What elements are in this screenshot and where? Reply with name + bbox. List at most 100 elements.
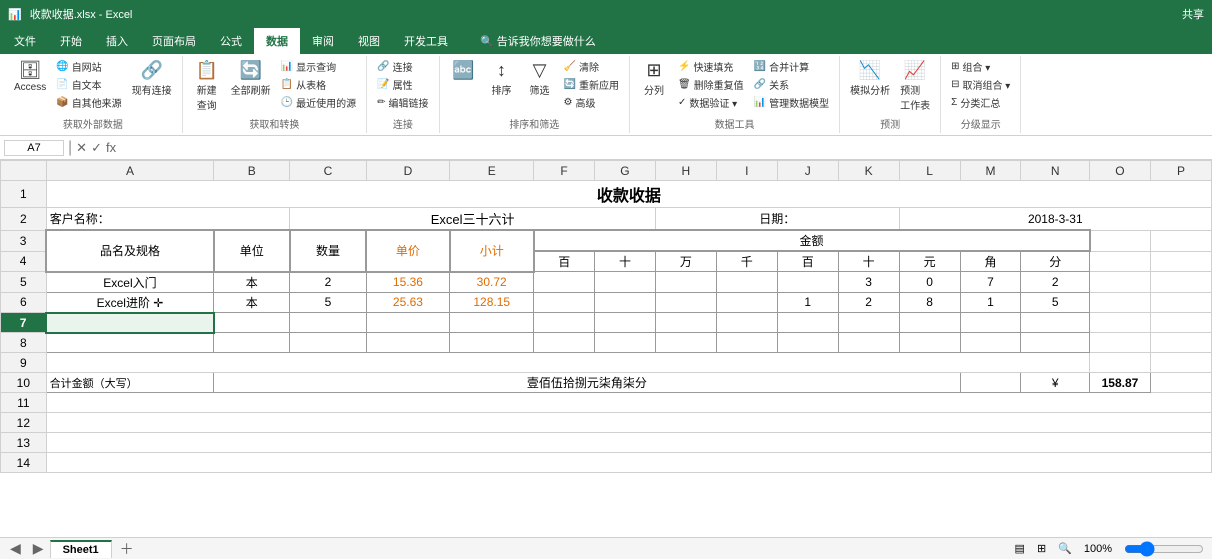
r5i[interactable] — [716, 272, 777, 293]
r3p[interactable] — [1150, 230, 1211, 251]
cell-ref-input[interactable] — [4, 140, 64, 156]
r7f[interactable] — [534, 313, 595, 333]
btn-consolidate[interactable]: 🔢合并计算 — [750, 58, 833, 75]
r4j[interactable]: 百 — [777, 251, 838, 272]
row-num-1[interactable]: 1 — [1, 181, 47, 208]
r4m[interactable]: 角 — [960, 251, 1021, 272]
r5g[interactable] — [595, 272, 656, 293]
r7b[interactable] — [214, 313, 290, 333]
r8i[interactable] — [716, 333, 777, 353]
r5n[interactable]: 2 — [1021, 272, 1090, 293]
r6n[interactable]: 5 — [1021, 292, 1090, 313]
btn-ungroup[interactable]: ⊟取消组合 ▾ — [947, 76, 1014, 93]
r8p[interactable] — [1150, 333, 1211, 353]
btn-clear[interactable]: 🧹清除 — [560, 58, 623, 75]
col-header-k[interactable]: K — [838, 161, 899, 181]
r11-empty[interactable] — [46, 393, 1211, 413]
col-header-a[interactable]: A — [46, 161, 214, 181]
r9p[interactable] — [1150, 353, 1211, 373]
row-num-12[interactable]: 12 — [1, 413, 47, 433]
r8j[interactable] — [777, 333, 838, 353]
col-header-n[interactable]: N — [1021, 161, 1090, 181]
r4h[interactable]: 万 — [655, 251, 716, 272]
row-num-13[interactable]: 13 — [1, 433, 47, 453]
btn-relation[interactable]: 🔗关系 — [750, 76, 833, 93]
r7i[interactable] — [716, 313, 777, 333]
r7g[interactable] — [595, 313, 656, 333]
r10b-g[interactable]: 壹佰伍拾捌元柒角柒分 — [214, 373, 960, 393]
col-header-f[interactable]: F — [534, 161, 595, 181]
r5m[interactable]: 7 — [960, 272, 1021, 293]
col-header-o[interactable]: O — [1090, 161, 1151, 181]
tab-file[interactable]: 文件 — [2, 28, 48, 54]
r5j[interactable] — [777, 272, 838, 293]
col-header-g[interactable]: G — [595, 161, 656, 181]
r6h[interactable] — [655, 292, 716, 313]
r3o[interactable] — [1090, 230, 1151, 251]
r3c[interactable]: 数量 — [290, 230, 366, 272]
r4i[interactable]: 千 — [716, 251, 777, 272]
r10m[interactable] — [960, 373, 1021, 393]
col-header-j[interactable]: J — [777, 161, 838, 181]
r3b[interactable]: 单位 — [214, 230, 290, 272]
r7a[interactable] — [46, 313, 214, 333]
r7d[interactable] — [366, 313, 450, 333]
cancel-formula-icon[interactable]: ✕ — [76, 140, 87, 156]
r2c[interactable]: Excel三十六计 — [290, 208, 656, 231]
r5p[interactable] — [1150, 272, 1211, 293]
btn-text[interactable]: 📄自文本 — [52, 76, 125, 93]
btn-manage-model[interactable]: 📊管理数据模型 — [750, 94, 833, 111]
r7p[interactable] — [1150, 313, 1211, 333]
r2h[interactable]: 日期： — [655, 208, 899, 231]
r1a[interactable]: 收款收据 — [46, 181, 1211, 208]
r3f[interactable]: 金额 — [534, 230, 1090, 251]
r8b[interactable] — [214, 333, 290, 353]
row-num-10[interactable]: 10 — [1, 373, 47, 393]
function-icon[interactable]: fx — [106, 140, 116, 155]
tab-developer[interactable]: 开发工具 — [392, 28, 460, 54]
btn-recent-sources[interactable]: 🕒最近使用的源 — [277, 94, 360, 111]
view-layout-icon[interactable]: ⊞ — [1037, 542, 1046, 555]
row-num-2[interactable]: 2 — [1, 208, 47, 231]
add-sheet-btn[interactable]: ＋ — [116, 539, 138, 559]
btn-show-query[interactable]: 📊显示查询 — [277, 58, 360, 75]
row-num-7[interactable]: 7 — [1, 313, 47, 333]
r6l[interactable]: 8 — [899, 292, 960, 313]
col-header-i[interactable]: I — [716, 161, 777, 181]
r2a[interactable]: 客户名称： — [46, 208, 290, 231]
r10n[interactable]: ¥ — [1021, 373, 1090, 393]
btn-edit-links[interactable]: ✏编辑链接 — [373, 94, 432, 111]
tab-layout[interactable]: 页面布局 — [140, 28, 208, 54]
r3d[interactable]: 单价 — [366, 230, 450, 272]
r8d[interactable] — [366, 333, 450, 353]
btn-from-table[interactable]: 📋从表格 — [277, 76, 360, 93]
r5c[interactable]: 2 — [290, 272, 366, 293]
r12-empty[interactable] — [46, 413, 1211, 433]
r5k[interactable]: 3 — [838, 272, 899, 293]
btn-group[interactable]: ⊞组合 ▾ — [947, 58, 1014, 75]
col-header-l[interactable]: L — [899, 161, 960, 181]
r4l[interactable]: 元 — [899, 251, 960, 272]
btn-validate[interactable]: ✓数据验证 ▾ — [674, 94, 748, 111]
r8c[interactable] — [290, 333, 366, 353]
r6p[interactable] — [1150, 292, 1211, 313]
btn-split[interactable]: ⊞ 分列 — [636, 58, 672, 99]
r6g[interactable] — [595, 292, 656, 313]
r3e[interactable]: 小计 — [450, 230, 534, 272]
r7j[interactable] — [777, 313, 838, 333]
row-num-4[interactable]: 4 — [1, 251, 47, 272]
r8k[interactable] — [838, 333, 899, 353]
r4k[interactable]: 十 — [838, 251, 899, 272]
r8m[interactable] — [960, 333, 1021, 353]
r9o[interactable] — [1090, 353, 1151, 373]
r10p[interactable] — [1150, 373, 1211, 393]
r6d[interactable]: 25.63 — [366, 292, 450, 313]
row-num-5[interactable]: 5 — [1, 272, 47, 293]
formula-input[interactable] — [120, 141, 1208, 155]
btn-sort-az[interactable]: 🔤 — [446, 58, 482, 84]
btn-quick-fill[interactable]: ⚡快速填充 — [674, 58, 748, 75]
next-sheet-btn[interactable]: ▶ — [31, 540, 46, 557]
r8a[interactable] — [46, 333, 214, 353]
btn-access[interactable]: 🗄 Access — [10, 58, 50, 95]
tab-view[interactable]: 视图 — [346, 28, 392, 54]
